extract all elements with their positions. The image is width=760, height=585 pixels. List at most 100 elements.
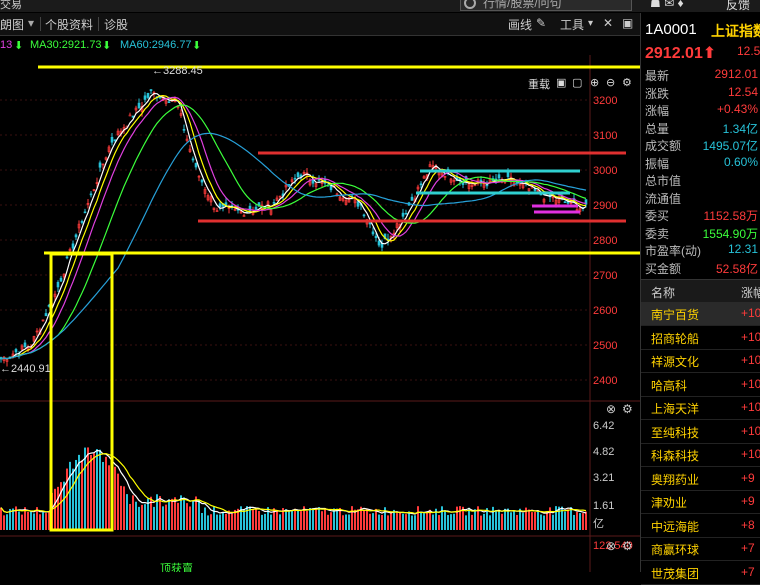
volume-bar — [201, 512, 203, 530]
quote-row: 总量 1.34亿 — [645, 120, 760, 137]
list-item[interactable]: 奥翔药业 +9 — [641, 467, 760, 491]
toolbar-icons[interactable]: ☗ ✉ ♦ — [650, 0, 684, 10]
quote-key: 涨幅 — [645, 104, 670, 118]
volume-bar — [84, 447, 86, 530]
draw-line-button[interactable]: 画线 — [508, 16, 532, 33]
arrow-up-icon: ⬆ — [702, 45, 717, 62]
list-item[interactable]: 哈高科 +10 — [641, 373, 760, 397]
volume-bar — [300, 511, 302, 530]
price-tick: 2600 — [593, 305, 617, 317]
quote-value: 1.34亿 — [722, 121, 758, 136]
quote-value: 1554.90万 — [702, 226, 758, 241]
ma-indicators: 13 ⬇ MA30:2921.73 ⬇ MA60:2946.77 ⬇ 重载 ▣ … — [0, 37, 640, 91]
volume-bar — [456, 506, 458, 530]
list-item[interactable]: 科森科技 +10 — [641, 443, 760, 467]
volume-bar — [546, 511, 548, 530]
volume-bar — [507, 508, 509, 530]
volume-bar — [189, 506, 191, 530]
chart-canvas[interactable]: ←3288.45 ←2440.91 3200 3100 3000 2900 2800 27… — [0, 55, 640, 572]
volume-bar — [60, 482, 62, 530]
candle — [419, 183, 423, 186]
volume-bar — [336, 508, 338, 530]
volume-bar — [138, 506, 140, 530]
list-item[interactable]: 商赢环球 +7 — [641, 537, 760, 561]
stock-change: +10 — [741, 423, 760, 438]
close-icon[interactable]: ⊗ — [606, 539, 616, 553]
tab-diagnose[interactable]: 诊股 — [104, 16, 128, 33]
dropdown-arrow-icon[interactable]: ▾ — [588, 18, 593, 29]
list-item[interactable]: 上海天洋 +10 — [641, 396, 760, 420]
quote-panel: 1A0001 上证指数 2912.01⬆ 12.54 最新 2912.01 涨跌 12… — [640, 13, 760, 585]
candle — [65, 256, 69, 259]
volume-bar — [519, 508, 521, 530]
col-change[interactable]: 涨幅 — [741, 284, 760, 301]
candle — [128, 114, 132, 117]
volume-bar — [21, 514, 23, 530]
volume-bar — [453, 513, 455, 530]
volume-bar — [165, 504, 167, 530]
volume-bar — [447, 515, 449, 530]
volume-bar — [549, 507, 551, 530]
tab-profile[interactable]: 个股资料 — [45, 16, 93, 33]
tab-chart[interactable]: 朗图 — [0, 16, 24, 33]
close-icon[interactable]: ⊗ — [606, 402, 616, 416]
window-icon[interactable]: ▣ — [622, 16, 633, 30]
volume-bar — [255, 508, 257, 530]
list-item[interactable]: 津劝业 +9 — [641, 490, 760, 514]
feedback-button[interactable]: 反馈 — [726, 0, 750, 12]
list-header[interactable]: 名称 涨幅 — [641, 279, 760, 303]
pen-icon[interactable]: ✎ — [536, 16, 546, 30]
candle — [377, 240, 381, 246]
volume-bar — [198, 499, 200, 530]
candle — [254, 206, 258, 210]
volume-bar — [87, 447, 89, 530]
volume-bar — [252, 508, 254, 530]
volume-bar — [363, 510, 365, 530]
quote-key: 振幅 — [645, 156, 670, 171]
price-tick: 3200 — [593, 95, 617, 107]
candle — [563, 201, 567, 204]
stock-name: 科森科技 — [651, 449, 700, 463]
gear-icon[interactable]: ⚙ — [622, 539, 633, 553]
divider — [98, 17, 99, 31]
volume-bar — [450, 514, 452, 530]
volume-bar — [120, 485, 122, 530]
quote-row: 买金额 52.58亿 — [645, 260, 760, 277]
ma-line — [0, 132, 587, 360]
volume-bar — [99, 449, 101, 530]
stock-change: +10 — [741, 376, 760, 391]
list-item[interactable]: 世茂集团 +7 — [641, 561, 760, 585]
price-tick: 2900 — [593, 200, 617, 212]
candle — [194, 162, 198, 168]
volume-bar — [378, 514, 380, 530]
list-item[interactable]: 祥源文化 +10 — [641, 349, 760, 373]
list-item[interactable]: 南宁百货 +10 — [641, 302, 760, 326]
volume-bar — [246, 506, 248, 530]
gear-icon[interactable]: ⚙ — [622, 402, 633, 416]
volume-bar — [402, 513, 404, 530]
candle — [98, 162, 102, 168]
price-tick: 2800 — [593, 235, 617, 247]
close-icon[interactable]: ✕ — [603, 16, 613, 30]
search-input[interactable]: 行情/股票/问句 — [460, 0, 632, 11]
list-item[interactable]: 至纯科技 +10 — [641, 420, 760, 444]
quote-row: 委买 1152.58万 — [645, 207, 760, 224]
quote-value: 1495.07亿 — [702, 139, 758, 153]
volume-bar — [219, 514, 221, 530]
dropdown-arrow-icon[interactable]: ▾ — [28, 16, 34, 30]
stock-change: +10 — [741, 306, 760, 320]
list-item[interactable]: 中远海能 +8 — [641, 514, 760, 538]
volume-bar — [183, 497, 185, 530]
volume-bar — [204, 507, 206, 530]
candle — [410, 196, 414, 201]
volume-bar — [105, 456, 107, 530]
volume-bar — [75, 459, 77, 530]
list-item[interactable]: 招商轮船 +10 — [641, 326, 760, 350]
volume-bar — [135, 501, 137, 530]
volume-bar — [78, 454, 80, 530]
tools-button[interactable]: 工具 — [560, 16, 584, 33]
price-tick: 2700 — [593, 270, 617, 282]
col-name[interactable]: 名称 — [651, 284, 675, 301]
volume-bar — [162, 506, 164, 530]
kline-chart[interactable]: ←3288.45 ←2440.91 3200 3100 3000 2900 2800 27… — [0, 55, 640, 572]
